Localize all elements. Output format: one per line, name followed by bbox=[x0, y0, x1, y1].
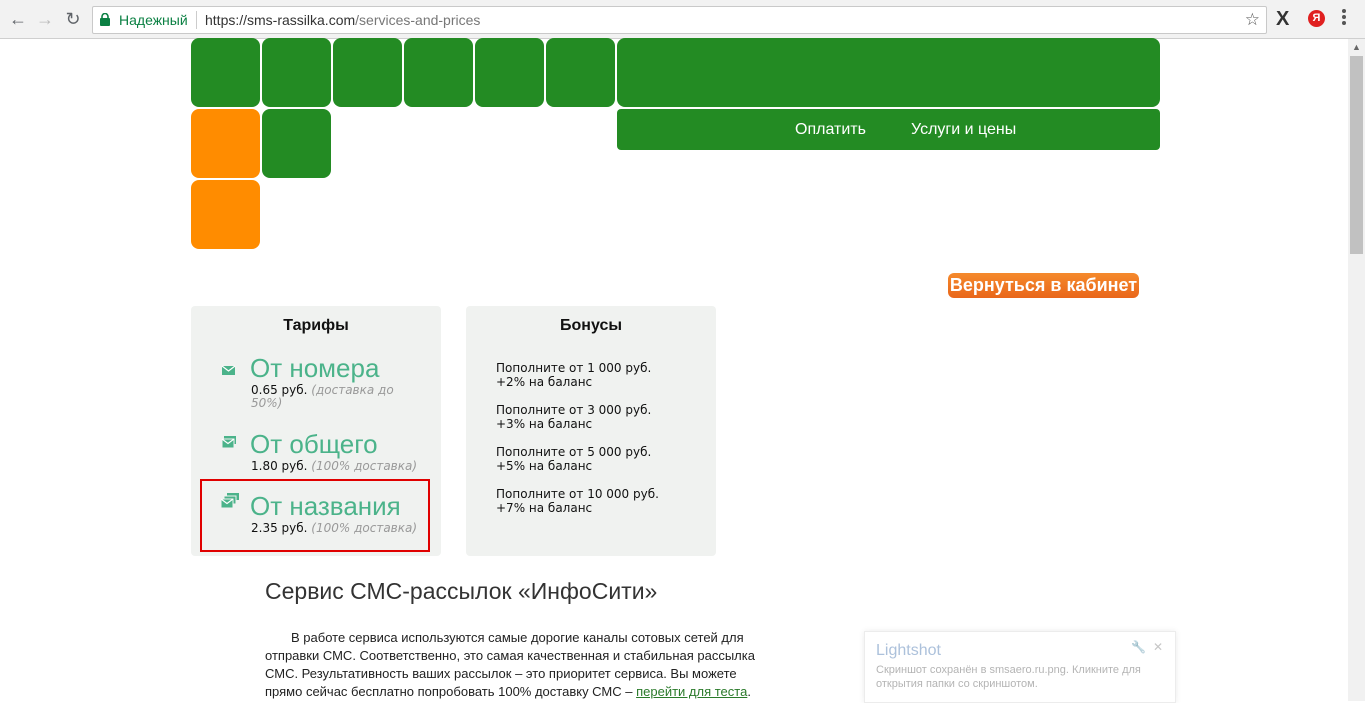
header-tile bbox=[546, 38, 615, 107]
yandex-extension-icon[interactable]: Я bbox=[1308, 10, 1325, 27]
menu-item-services[interactable]: Услуги и цены bbox=[911, 121, 1016, 139]
browser-menu-icon[interactable] bbox=[1342, 9, 1346, 27]
header-tile bbox=[333, 38, 402, 107]
bonus-threshold: Пополните от 3 000 руб. bbox=[496, 403, 652, 417]
url-path: /services-and-prices bbox=[355, 12, 481, 28]
url-host: https://sms-rassilka.com bbox=[205, 12, 356, 28]
double-envelope-icon bbox=[221, 436, 236, 449]
forward-arrow-icon[interactable]: → bbox=[34, 8, 56, 30]
article-paragraph: В работе сервиса используются самые доро… bbox=[265, 629, 765, 701]
scroll-up-icon[interactable]: ▲ bbox=[1348, 39, 1365, 56]
header-tile bbox=[191, 38, 260, 107]
main-menu: Оплатить Услуги и цены bbox=[617, 109, 1160, 150]
extension-x-icon[interactable]: X bbox=[1276, 8, 1289, 31]
bonuses-title: Бонусы bbox=[560, 317, 622, 334]
close-icon[interactable]: ✕ bbox=[1153, 640, 1163, 654]
page-scrollbar[interactable]: ▲ bbox=[1348, 39, 1365, 701]
bonus-item: Пополните от 5 000 руб. +5% на баланс bbox=[496, 445, 651, 473]
tariff-name: От номера bbox=[250, 353, 380, 383]
bonus-item: Пополните от 1 000 руб. +2% на баланс bbox=[496, 361, 651, 389]
bonus-threshold: Пополните от 5 000 руб. bbox=[496, 445, 652, 459]
envelope-icon bbox=[221, 365, 236, 375]
bonus-percent: +2% на баланс bbox=[496, 375, 593, 389]
header-tile bbox=[262, 109, 331, 178]
notification-controls: 🔧 ✕ bbox=[1131, 640, 1163, 654]
back-to-cabinet-button[interactable]: Вернуться в кабинет bbox=[948, 273, 1139, 298]
test-link[interactable]: перейти для теста bbox=[636, 684, 747, 699]
header-banner bbox=[617, 38, 1160, 107]
header-tile bbox=[404, 38, 473, 107]
scroll-thumb[interactable] bbox=[1350, 56, 1363, 254]
url-text[interactable]: https://sms-rassilka.com/services-and-pr… bbox=[205, 12, 480, 28]
bonuses-panel: Бонусы Пополните от 1 000 руб. +2% на бал… bbox=[466, 306, 716, 556]
price-value: 0.65 руб. bbox=[251, 383, 308, 397]
bonus-item: Пополните от 3 000 руб. +3% на баланс bbox=[496, 403, 651, 431]
bonus-threshold: Пополните от 1 000 руб. bbox=[496, 361, 652, 375]
price-note: (100% доставка) bbox=[311, 459, 418, 473]
browser-toolbar: ← → ↻ Надежный https://sms-rassilka.com/… bbox=[0, 0, 1365, 39]
header-tile bbox=[191, 109, 260, 178]
tariffs-title: Тарифы bbox=[283, 317, 349, 334]
bonus-threshold: Пополните от 10 000 руб. bbox=[496, 487, 659, 501]
highlight-box bbox=[200, 479, 430, 552]
header-tile bbox=[262, 38, 331, 107]
bonus-percent: +3% на баланс bbox=[496, 417, 593, 431]
tariff-price: 1.80 руб. (100% доставка) bbox=[251, 460, 417, 473]
header-tile bbox=[191, 180, 260, 249]
notification-body: Скриншот сохранён в smsaero.ru.png. Клик… bbox=[876, 664, 1141, 690]
tariff-name: От общего bbox=[250, 429, 378, 459]
bookmark-star-icon[interactable]: ☆ bbox=[1245, 10, 1260, 30]
lightshot-notification[interactable]: Lightshot 🔧 ✕ Скриншот сохранён в smsaer… bbox=[864, 631, 1176, 703]
bonus-percent: +5% на баланс bbox=[496, 459, 593, 473]
price-value: 1.80 руб. bbox=[251, 459, 308, 473]
bonus-item: Пополните от 10 000 руб. +7% на баланс bbox=[496, 487, 659, 515]
article-end: . bbox=[747, 684, 751, 699]
header-tile bbox=[475, 38, 544, 107]
secure-label: Надежный bbox=[119, 12, 188, 28]
back-arrow-icon[interactable]: ← bbox=[7, 8, 29, 30]
notification-title: Lightshot bbox=[876, 642, 941, 659]
lock-icon bbox=[100, 13, 110, 26]
article-heading: Сервис СМС-рассылок «ИнфоСити» bbox=[265, 578, 658, 604]
reload-icon[interactable]: ↻ bbox=[62, 8, 84, 30]
bonus-percent: +7% на баланс bbox=[496, 501, 593, 515]
menu-item-pay[interactable]: Оплатить bbox=[795, 121, 866, 139]
address-bar[interactable]: Надежный https://sms-rassilka.com/servic… bbox=[92, 6, 1267, 34]
pin-icon[interactable]: 🔧 bbox=[1131, 640, 1146, 654]
tariff-price: 0.65 руб. (доставка до 50%) bbox=[251, 384, 411, 410]
url-divider bbox=[196, 11, 197, 29]
